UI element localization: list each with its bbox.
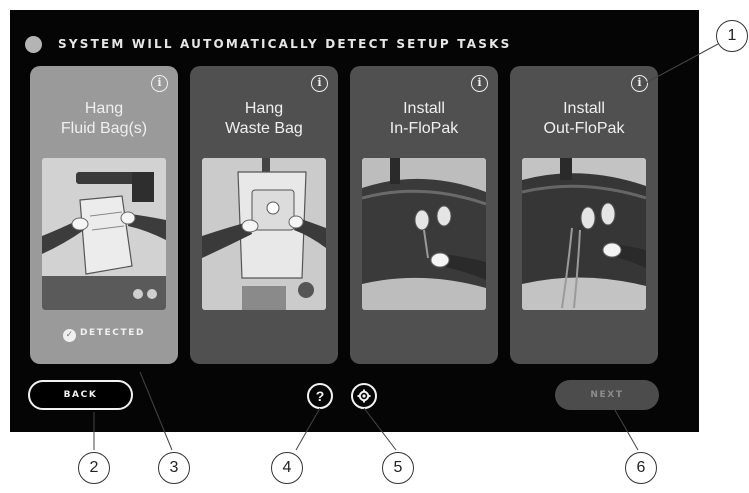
callout-2: 2 [78,452,110,484]
callout-leader-lines [93,43,719,451]
callout-1: 1 [716,20,748,52]
callout-4: 4 [271,452,303,484]
callout-6: 6 [625,452,657,484]
callout-5: 5 [382,452,414,484]
callout-3: 3 [158,452,190,484]
